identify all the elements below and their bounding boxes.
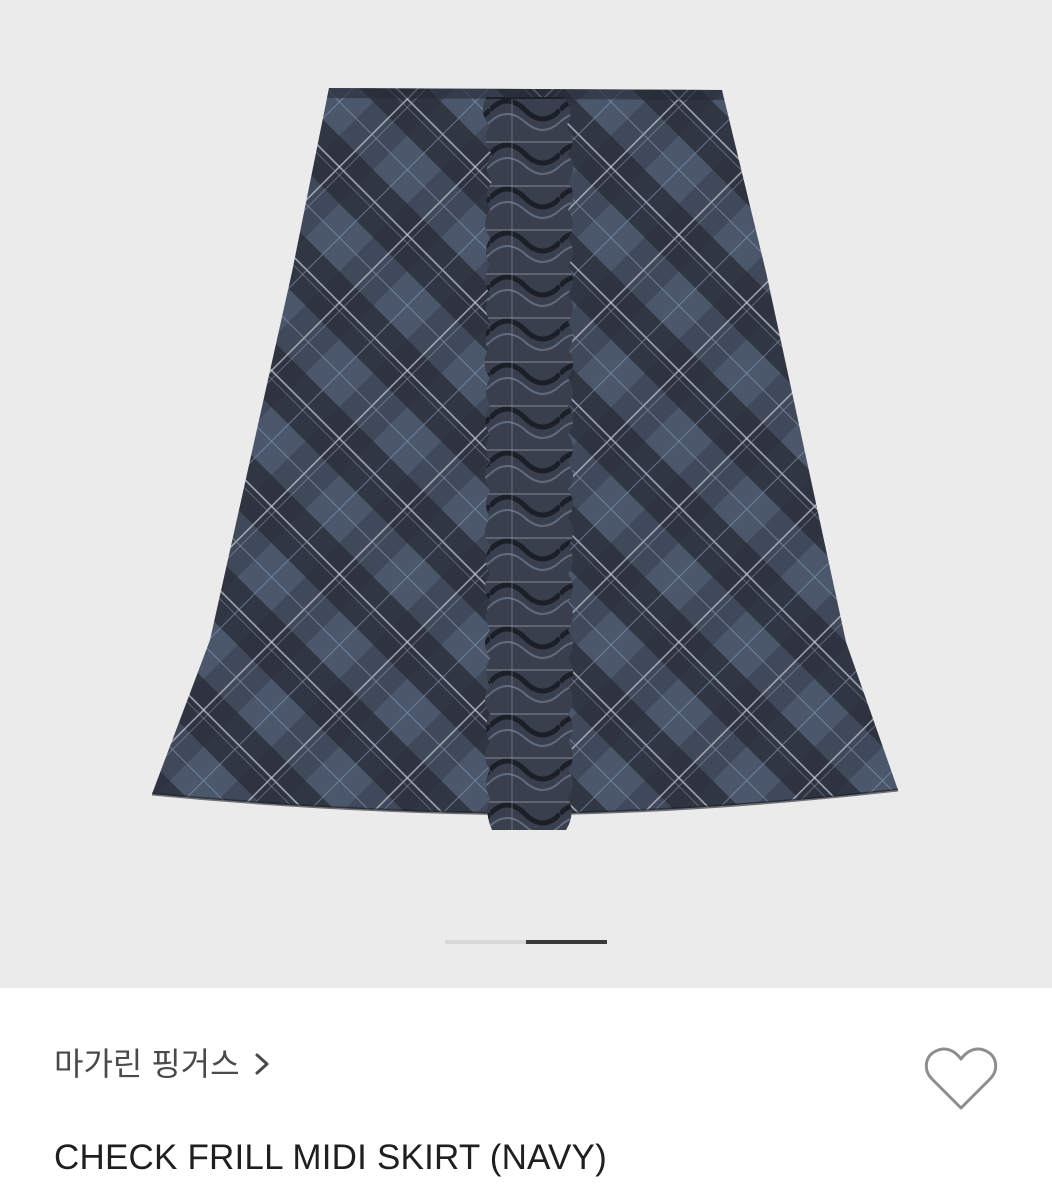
brand-link[interactable]: 마가린 핑거스 bbox=[54, 1044, 274, 1084]
gallery-pager[interactable] bbox=[445, 940, 607, 944]
product-info: 마가린 핑거스 CHECK FRILL MIDI SKIRT (NAVY) bbox=[0, 988, 1052, 1200]
product-image[interactable] bbox=[0, 0, 1052, 988]
product-image-gallery[interactable] bbox=[0, 0, 1052, 988]
chevron-right-icon bbox=[255, 1053, 269, 1075]
pager-indicator-1[interactable] bbox=[445, 940, 526, 944]
pager-indicator-2[interactable] bbox=[526, 940, 607, 944]
product-name: CHECK FRILL MIDI SKIRT (NAVY) bbox=[54, 1138, 607, 1177]
heart-outline-icon[interactable] bbox=[924, 1046, 998, 1112]
brand-name[interactable]: 마가린 핑거스 bbox=[54, 1044, 240, 1084]
